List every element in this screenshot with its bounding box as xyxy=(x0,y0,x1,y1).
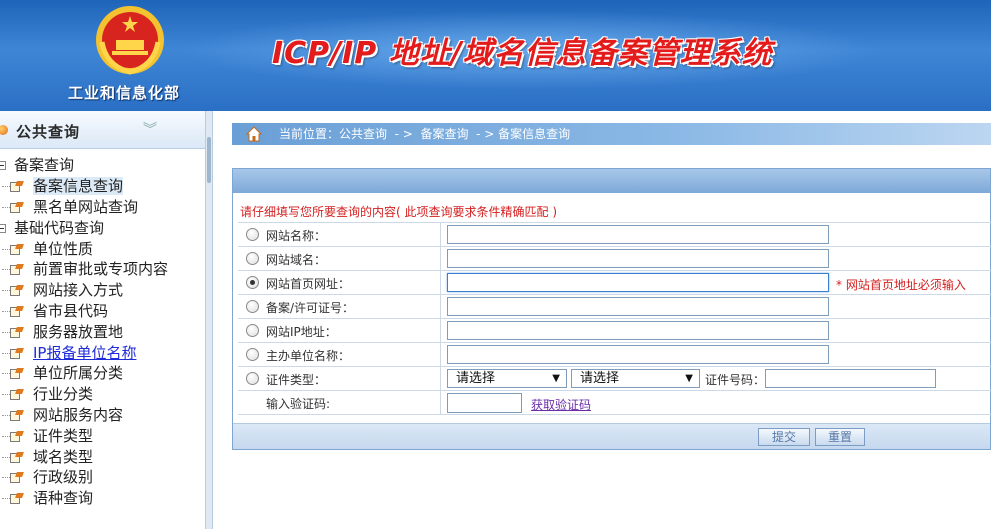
tree-item-filing-info-query[interactable]: 备案信息查询 xyxy=(0,176,205,197)
tree-item[interactable]: 行政级别 xyxy=(0,467,205,488)
tree-group-filing-query[interactable]: 备案查询 xyxy=(0,155,205,176)
tree-item[interactable]: 前置审批或专项内容 xyxy=(0,259,205,280)
form-row-site-name: 网站名称： xyxy=(238,223,991,247)
radio-site-name[interactable] xyxy=(246,228,259,241)
breadcrumb-path: 当前位置：公共查询 - > 备案查询 - > 备案信息查询 xyxy=(279,127,571,141)
collapse-chevron-icon[interactable]: ︾ xyxy=(143,119,157,139)
tree-item[interactable]: 单位所属分类 xyxy=(0,363,205,384)
query-form-panel: 请仔细填写您所要查询的内容( 此项查询要求条件精确匹配 ) 网站名称： 网站域名… xyxy=(232,168,991,450)
page-arrow-icon xyxy=(10,181,24,192)
panel-title-bar xyxy=(233,169,990,193)
tree-item[interactable]: 省市县代码 xyxy=(0,301,205,322)
dropdown-arrow-icon: ▼ xyxy=(685,373,693,384)
get-captcha-link[interactable]: 获取验证码 xyxy=(531,396,591,413)
tree-item[interactable]: 行业分类 xyxy=(0,384,205,405)
page-arrow-icon xyxy=(10,389,24,401)
tree-item[interactable]: 语种查询 xyxy=(0,488,205,509)
page-arrow-icon xyxy=(10,493,24,505)
splitter-grip-icon[interactable] xyxy=(207,137,211,183)
tree-item-blacklist-query[interactable]: 黑名单网站查询 xyxy=(0,197,205,218)
reset-button[interactable]: 重置 xyxy=(815,428,865,446)
page-arrow-icon xyxy=(10,472,24,484)
collapse-minus-icon[interactable] xyxy=(0,161,6,170)
tree-group-label: 基础代码查询 xyxy=(14,218,105,237)
breadcrumb: 当前位置：公共查询 - > 备案查询 - > 备案信息查询 xyxy=(232,123,991,145)
page-arrow-icon xyxy=(10,326,24,338)
national-emblem-icon xyxy=(96,6,164,75)
required-note: * 网站首页地址必须输入 xyxy=(836,278,966,292)
ministry-name: 工业和信息化部 xyxy=(68,84,181,102)
form-button-bar: 提交 重置 xyxy=(233,423,990,449)
tree-item-ip-unit-name[interactable]: IP报备单位名称 xyxy=(0,343,205,364)
sidebar: 公共查询 ︾ 备案查询 备案信息查询 黑名单网站查询 基础代码查询 单位性质 前… xyxy=(0,111,205,529)
tree-item[interactable]: 证件类型 xyxy=(0,426,205,447)
radio-license-number[interactable] xyxy=(246,300,259,313)
page-arrow-icon xyxy=(10,243,24,255)
dropdown-arrow-icon: ▼ xyxy=(552,373,560,384)
tree-item[interactable]: 域名类型 xyxy=(0,447,205,468)
radio-org-name[interactable] xyxy=(246,348,259,361)
form-hint: 请仔细填写您所要查询的内容( 此项查询要求条件精确匹配 ) xyxy=(240,205,557,219)
form-row-org-name: 主办单位名称： xyxy=(238,343,991,367)
tree-item[interactable]: 网站服务内容 xyxy=(0,405,205,426)
id-number-input[interactable] xyxy=(765,369,936,388)
radio-domain[interactable] xyxy=(246,252,259,265)
page-arrow-icon xyxy=(10,305,24,317)
org-name-input[interactable] xyxy=(447,345,829,364)
domain-input[interactable] xyxy=(447,249,829,268)
ip-address-input[interactable] xyxy=(447,321,829,340)
page-arrow-icon xyxy=(10,430,24,442)
license-number-input[interactable] xyxy=(447,297,829,316)
page-arrow-icon xyxy=(10,285,24,297)
sidebar-splitter[interactable] xyxy=(205,111,213,529)
sidebar-section-title: 公共查询 xyxy=(16,123,81,141)
page-arrow-icon xyxy=(10,264,24,276)
tree-group-base-code-query[interactable]: 基础代码查询 xyxy=(0,218,205,239)
form-row-ip: 网站IP地址： xyxy=(238,319,991,343)
radio-id-type[interactable] xyxy=(246,372,259,385)
site-name-input[interactable] xyxy=(447,225,829,244)
tree-item[interactable]: 服务器放置地 xyxy=(0,322,205,343)
page-arrow-icon xyxy=(10,451,24,463)
form-row-id-type: 证件类型： 请选择 ▼ 请选择 ▼ 证件号码： xyxy=(238,367,991,391)
system-title: ICP/IP 地址/域名信息备案管理系统 xyxy=(272,36,773,71)
nav-tree: 备案查询 备案信息查询 黑名单网站查询 基础代码查询 单位性质 前置审批或专项内… xyxy=(0,149,205,509)
form-rows: 网站名称： 网站域名： 网站首页网址： * 网站首页地址必须输入 备案/许可证号… xyxy=(238,222,991,415)
homepage-url-input[interactable] xyxy=(447,273,829,292)
home-icon xyxy=(246,126,262,142)
page-arrow-icon xyxy=(10,347,24,359)
site-header: 工业和信息化部 ICP/IP 地址/域名信息备案管理系统 xyxy=(0,0,991,111)
id-type-select[interactable]: 请选择 ▼ xyxy=(447,369,567,388)
tree-item[interactable]: 网站接入方式 xyxy=(0,280,205,301)
radio-ip-address[interactable] xyxy=(246,324,259,337)
submit-button[interactable]: 提交 xyxy=(758,428,810,446)
captcha-label: 输入验证码: xyxy=(266,397,331,411)
form-row-license: 备案/许可证号： xyxy=(238,295,991,319)
bullet-icon xyxy=(0,125,8,135)
id-subtype-select[interactable]: 请选择 ▼ xyxy=(571,369,700,388)
tree-group-label: 备案查询 xyxy=(14,156,75,174)
form-row-homepage-url: 网站首页网址： * 网站首页地址必须输入 xyxy=(238,271,991,295)
form-row-domain: 网站域名： xyxy=(238,247,991,271)
radio-homepage-url[interactable] xyxy=(246,276,259,289)
page-arrow-icon xyxy=(10,368,24,380)
tree-item[interactable]: 单位性质 xyxy=(0,239,205,260)
sidebar-header[interactable]: 公共查询 ︾ xyxy=(0,111,205,149)
page-arrow-icon xyxy=(10,409,24,421)
captcha-input[interactable] xyxy=(447,393,522,413)
form-row-captcha: 输入验证码: 获取验证码 xyxy=(238,391,991,415)
page-arrow-icon xyxy=(10,201,24,213)
collapse-minus-icon[interactable] xyxy=(0,223,6,233)
id-number-label: 证件号码： xyxy=(705,373,766,387)
